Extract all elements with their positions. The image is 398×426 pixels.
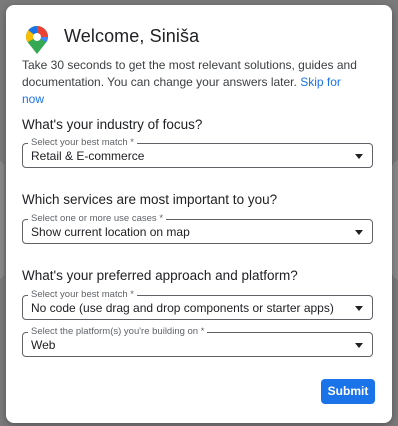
dialog-title: Welcome, Siniša <box>64 26 200 46</box>
question-industry: What's your industry of focus? <box>22 117 203 132</box>
platform-select-value: Web <box>31 338 56 352</box>
caret-down-icon <box>355 230 363 235</box>
question-services: Which services are most important to you… <box>22 192 278 207</box>
question-approach: What's your preferred approach and platf… <box>22 268 298 283</box>
intro-text-block: Take 30 seconds to get the most relevant… <box>22 57 362 108</box>
services-select-label: Select one or more use cases * <box>28 213 167 225</box>
background-card-right <box>392 160 398 280</box>
caret-down-icon <box>355 343 363 348</box>
approach-select-label: Select your best match * <box>28 289 137 301</box>
caret-down-icon <box>355 306 363 311</box>
google-maps-pin-icon <box>26 26 48 54</box>
industry-select-label: Select your best match * <box>28 137 137 149</box>
welcome-dialog: Welcome, Siniša Take 30 seconds to get t… <box>6 5 392 423</box>
caret-down-icon <box>355 154 363 159</box>
platform-select[interactable]: Select the platform(s) you're building o… <box>22 326 373 357</box>
approach-select-value: No code (use drag and drop components or… <box>31 301 334 315</box>
approach-select[interactable]: Select your best match * No code (use dr… <box>22 289 373 320</box>
background-card-left <box>0 160 4 280</box>
services-select-value: Show current location on map <box>31 225 190 239</box>
industry-select[interactable]: Select your best match * Retail & E-comm… <box>22 137 373 168</box>
platform-select-label: Select the platform(s) you're building o… <box>28 326 208 338</box>
submit-button[interactable]: Submit <box>321 379 375 404</box>
industry-select-value: Retail & E-commerce <box>31 149 145 163</box>
services-select[interactable]: Select one or more use cases * Show curr… <box>22 213 373 244</box>
